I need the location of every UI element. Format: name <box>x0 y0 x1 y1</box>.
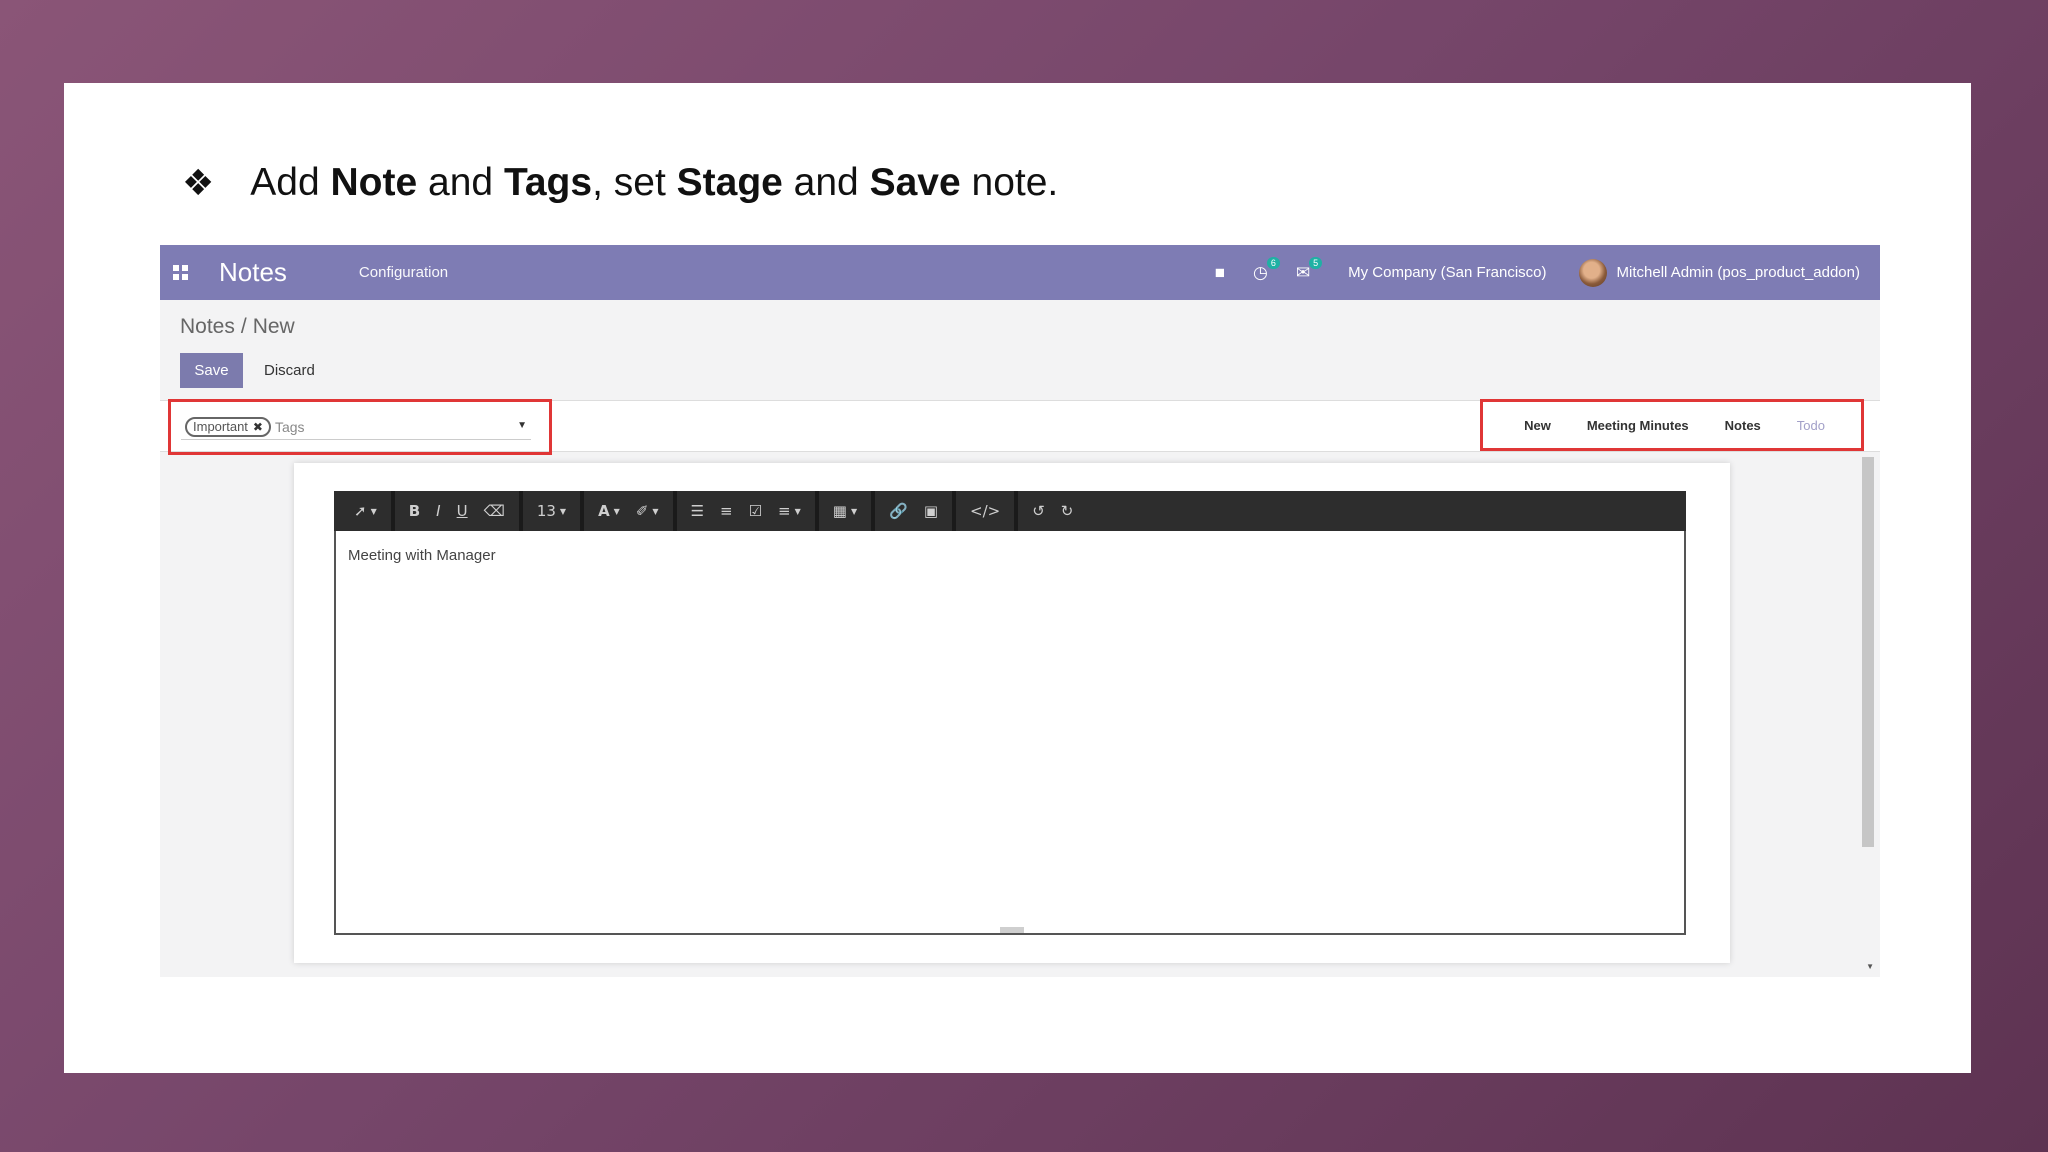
breadcrumb-parent[interactable]: Notes <box>180 315 235 338</box>
font-size-dropdown[interactable]: 13 ▼ <box>529 491 574 531</box>
close-icon[interactable]: ✖ <box>253 420 263 434</box>
bullet-list-icon[interactable]: ☰ <box>683 491 712 531</box>
breadcrumb-separator: / <box>240 315 247 338</box>
stage-todo[interactable]: Todo <box>1779 418 1843 433</box>
heading-text: Add Note and Tags, set Stage and Save no… <box>250 161 1059 204</box>
scrollbar[interactable] <box>1862 457 1874 847</box>
toolbar-group-insert: 🔗 ▣ <box>875 491 956 531</box>
link-icon[interactable]: 🔗 <box>881 491 916 531</box>
toolbar-group-format: B I U ⌫ <box>395 491 523 531</box>
editor-toolbar: ➚ ▼ B I U ⌫ 13 ▼ A ▼ ✐ ▼ ☰ ≡ ☑ ≡ ▼ ▦ ▼ 🔗… <box>334 491 1686 531</box>
toolbar-group-table: ▦ ▼ <box>819 491 876 531</box>
form-sheet: ➚ ▼ B I U ⌫ 13 ▼ A ▼ ✐ ▼ ☰ ≡ ☑ ≡ ▼ ▦ ▼ 🔗… <box>294 463 1730 963</box>
code-view-icon[interactable]: </> <box>962 491 1008 531</box>
align-icon[interactable]: ≡ ▼ <box>770 491 809 531</box>
stage-highlight-box: New Meeting Minutes Notes Todo <box>1480 399 1864 451</box>
toolbar-group-color: A ▼ ✐ ▼ <box>584 491 677 531</box>
user-avatar[interactable] <box>1578 258 1607 287</box>
scroll-down-icon[interactable]: ▼ <box>1866 962 1874 971</box>
discard-button[interactable]: Discard <box>254 353 325 388</box>
toolbar-group-code: </> <box>956 491 1019 531</box>
breadcrumb: Notes / New <box>180 315 295 339</box>
chevron-down-icon[interactable]: ▼ <box>517 420 527 431</box>
note-content[interactable]: Meeting with Manager <box>348 547 496 564</box>
image-icon[interactable]: ▣ <box>916 491 946 531</box>
odoo-screenshot: Notes Configuration ■ ◷ 6 ✉ 5 My Company (… <box>160 245 1880 977</box>
stage-new[interactable]: New <box>1506 418 1569 433</box>
apps-menu-icon[interactable] <box>173 264 189 281</box>
app-title[interactable]: Notes <box>219 257 287 288</box>
slide: ❖ Add Note and Tags, set Stage and Save … <box>64 83 1971 1073</box>
messages-badge: 5 <box>1309 256 1323 269</box>
undo-icon[interactable]: ↺ <box>1024 491 1053 531</box>
activity-badge: 6 <box>1266 256 1280 269</box>
save-button[interactable]: Save <box>180 353 243 388</box>
tag-chip: Important ✖ <box>185 416 271 437</box>
toolbar-group-lists: ☰ ≡ ☑ ≡ ▼ <box>677 491 819 531</box>
eraser-icon[interactable]: ⌫ <box>476 491 513 531</box>
note-editor[interactable]: Meeting with Manager <box>334 531 1686 935</box>
messages-chat-icon[interactable]: ✉ 5 <box>1296 256 1323 283</box>
stage-notes[interactable]: Notes <box>1707 418 1779 433</box>
underline-icon[interactable]: U <box>449 491 476 531</box>
brush-icon[interactable]: ✐ ▼ <box>628 491 667 531</box>
company-switcher[interactable]: My Company (San Francisco) <box>1348 264 1546 281</box>
menu-configuration[interactable]: Configuration <box>359 264 448 281</box>
italic-icon[interactable]: I <box>428 491 448 531</box>
checklist-icon[interactable]: ☑ <box>741 491 770 531</box>
redo-icon[interactable]: ↻ <box>1053 491 1082 531</box>
toolbar-group-history: ↺ ↻ <box>1018 491 1087 531</box>
toolbar-group-font-size: 13 ▼ <box>523 491 585 531</box>
tags-highlight-box: Important ✖ Tags ▼ <box>168 399 552 455</box>
numbered-list-icon[interactable]: ≡ <box>712 491 741 531</box>
tags-field[interactable]: Important ✖ Tags ▼ <box>181 414 531 440</box>
stage-meeting-minutes[interactable]: Meeting Minutes <box>1569 418 1707 433</box>
table-icon[interactable]: ▦ ▼ <box>825 491 865 531</box>
top-navbar: Notes Configuration ■ ◷ 6 ✉ 5 My Company (… <box>160 245 1880 300</box>
navbar-systray: ■ ◷ 6 ✉ 5 My Company (San Francisco) Mitch… <box>1215 245 1860 300</box>
breadcrumb-current: New <box>252 315 295 338</box>
tags-input[interactable]: Tags <box>275 419 305 435</box>
bullet-icon: ❖ <box>182 162 215 203</box>
magic-wand-icon[interactable]: ➚ ▼ <box>346 491 385 531</box>
user-menu[interactable]: Mitchell Admin (pos_product_addon) <box>1617 264 1860 281</box>
instruction-heading: ❖ Add Note and Tags, set Stage and Save … <box>182 161 1058 205</box>
bold-icon[interactable]: B <box>401 491 428 531</box>
bug-icon[interactable]: ■ <box>1215 263 1225 283</box>
tag-chip-label: Important <box>193 419 248 434</box>
font-color-icon[interactable]: A ▼ <box>590 491 628 531</box>
resize-handle[interactable] <box>1000 927 1024 933</box>
toolbar-group-style: ➚ ▼ <box>340 491 395 531</box>
activity-clock-icon[interactable]: ◷ 6 <box>1253 256 1280 283</box>
